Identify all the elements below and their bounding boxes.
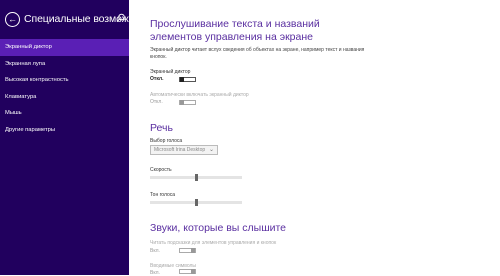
- slider-thumb[interactable]: [194, 199, 198, 206]
- arrow-left-icon: ←: [8, 14, 17, 24]
- chevron-down-icon: ⌄: [208, 147, 214, 153]
- search-icon[interactable]: [116, 13, 126, 23]
- sidebar: ← Специальные возможн... Экранный диктор…: [0, 0, 143, 275]
- sidebar-item-keyboard[interactable]: Клавиатура: [0, 89, 129, 106]
- narrator-description: Экранный диктор читает вслух сведения об…: [150, 47, 365, 60]
- hints-toggle[interactable]: [179, 248, 196, 253]
- sidebar-item-narrator[interactable]: Экранный диктор: [0, 39, 129, 56]
- pitch-label: Тон голоса: [150, 192, 176, 198]
- pitch-slider[interactable]: [150, 199, 242, 206]
- toggle-fill: [184, 78, 195, 81]
- narrator-label: Экранный диктор: [150, 69, 191, 75]
- page-title: Прослушивание текста и названий элементо…: [150, 18, 320, 43]
- slider-thumb[interactable]: [194, 174, 198, 181]
- auto-start-label: Автоматически включать экранный диктор: [150, 92, 249, 98]
- sidebar-item-mouse[interactable]: Мышь: [0, 105, 129, 122]
- typed-toggle[interactable]: [179, 269, 196, 274]
- sounds-heading: Звуки, которые вы слышите: [150, 222, 287, 234]
- speed-slider[interactable]: [150, 174, 242, 181]
- sidebar-item-other-options[interactable]: Другие параметры: [0, 122, 129, 139]
- sidebar-list: Экранный диктор Экранная лупа Высокая ко…: [0, 39, 129, 138]
- auto-start-state: Откл.: [150, 99, 163, 105]
- speed-label: Скорость: [150, 167, 172, 173]
- toggle-fill: [180, 249, 191, 252]
- voice-select[interactable]: Microsoft Irina Desktop ⌄: [150, 145, 218, 155]
- hints-state: Вкл.: [150, 248, 160, 254]
- toggle-fill: [184, 101, 195, 104]
- sidebar-item-magnifier[interactable]: Экранная лупа: [0, 56, 129, 73]
- toggle-knob: [191, 248, 195, 253]
- toggle-fill: [180, 270, 191, 273]
- main-content: Прослушивание текста и названий элементо…: [150, 0, 490, 276]
- narrator-state: Откл.: [150, 76, 164, 82]
- typed-state: Вкл.: [150, 270, 160, 276]
- speech-heading: Речь: [150, 122, 173, 134]
- narrator-toggle[interactable]: [179, 77, 196, 82]
- back-button[interactable]: ←: [5, 12, 20, 27]
- toggle-knob: [191, 269, 195, 274]
- voice-select-value: Microsoft Irina Desktop: [154, 147, 206, 153]
- sidebar-header: ← Специальные возможн...: [0, 9, 143, 31]
- sidebar-item-high-contrast[interactable]: Высокая контрастность: [0, 72, 129, 89]
- hints-label: Читать подсказки для элементов управлени…: [150, 240, 277, 246]
- auto-start-toggle[interactable]: [179, 100, 196, 105]
- voice-label: Выбор голоса: [150, 138, 183, 144]
